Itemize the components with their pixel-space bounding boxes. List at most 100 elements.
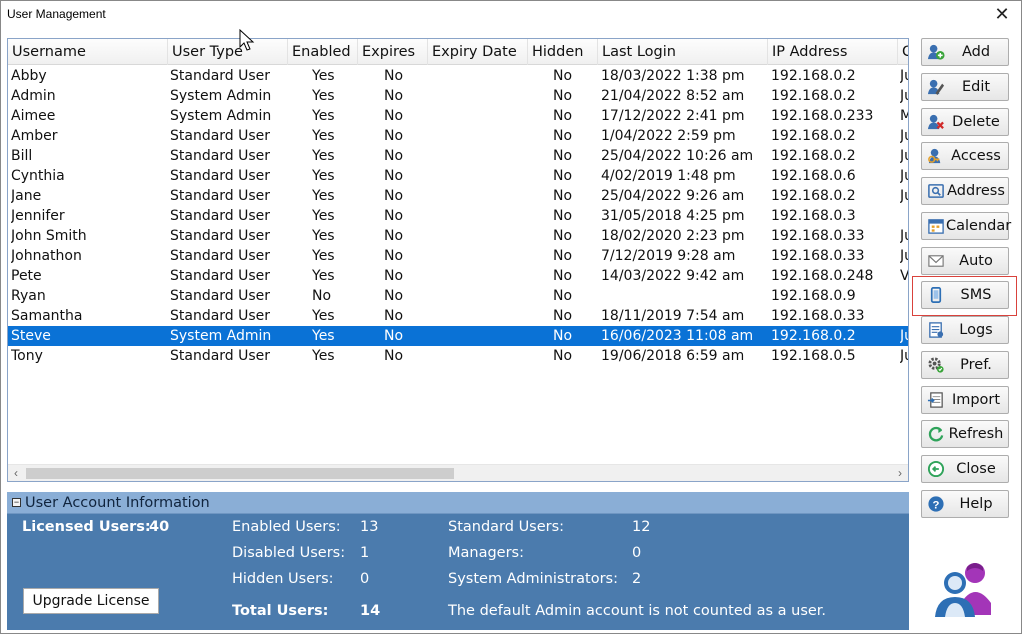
cell-username: Ryan bbox=[11, 288, 46, 304]
user-management-window: User Management ✕ Username User Type Enabl… bbox=[0, 0, 1022, 634]
cell-ip-address: 192.168.0.2 bbox=[771, 148, 856, 164]
import-button[interactable]: Import bbox=[921, 386, 1009, 414]
cell-c: Vi bbox=[900, 268, 909, 284]
cell-expiry-date bbox=[448, 86, 548, 106]
upgrade-license-button[interactable]: Upgrade License bbox=[23, 588, 159, 614]
scrollbar-thumb[interactable] bbox=[26, 468, 454, 479]
refresh-button[interactable]: Refresh bbox=[921, 420, 1009, 448]
standard-users-label: Standard Users: bbox=[448, 519, 565, 535]
delete-button[interactable]: Delete bbox=[921, 108, 1009, 136]
column-header-last-login[interactable]: Last Login bbox=[598, 39, 768, 65]
table-row[interactable]: Jane Standard User Yes No No 25/04/2022 9:26 … bbox=[8, 186, 908, 206]
user-account-info-panel: − User Account Information Licensed User… bbox=[7, 492, 909, 630]
cell-last-login: 17/12/2022 2:41 pm bbox=[601, 108, 745, 124]
cell-c: Ju bbox=[900, 328, 908, 344]
table-row[interactable]: Bill Standard User Yes No No 25/04/2022 10:26… bbox=[8, 146, 908, 166]
close-circle-icon bbox=[927, 460, 945, 478]
cell-last-login: 31/05/2018 4:25 pm bbox=[601, 208, 745, 224]
cell-expiry-date bbox=[448, 326, 548, 346]
column-header-user-type[interactable]: User Type bbox=[168, 39, 288, 65]
auto-button[interactable]: Auto bbox=[921, 247, 1009, 275]
sms-highlight-box bbox=[912, 276, 1017, 316]
cell-enabled: Yes bbox=[312, 348, 335, 364]
column-header-hidden[interactable]: Hidden bbox=[528, 39, 598, 65]
cell-c: Ju bbox=[900, 348, 908, 364]
table-row[interactable]: Ryan Standard User No No No 192.168.0.9 bbox=[8, 286, 908, 306]
gear-icon bbox=[927, 356, 945, 374]
cell-ip-address: 192.168.0.2 bbox=[771, 188, 856, 204]
cell-expiry-date bbox=[448, 226, 548, 246]
cell-user-type: Standard User bbox=[170, 288, 271, 304]
edit-button[interactable]: Edit bbox=[921, 73, 1009, 101]
table-row[interactable]: Abby Standard User Yes No No 18/03/2022 1:38 … bbox=[8, 66, 908, 86]
pref-button[interactable]: Pref. bbox=[921, 351, 1009, 379]
column-header-expires[interactable]: Expires bbox=[358, 39, 428, 65]
column-header-expiry-date[interactable]: Expiry Date bbox=[428, 39, 528, 65]
logs-icon bbox=[927, 321, 945, 339]
table-row[interactable]: Johnathon Standard User Yes No No 7/12/2019 9… bbox=[8, 246, 908, 266]
cell-enabled: Yes bbox=[312, 208, 335, 224]
cell-last-login: 19/06/2018 6:59 am bbox=[601, 348, 745, 364]
table-row[interactable]: Aimee System Admin Yes No No 17/12/2022 2:41 … bbox=[8, 106, 908, 126]
cell-username: Cynthia bbox=[11, 168, 65, 184]
help-button[interactable]: ? Help bbox=[921, 490, 1009, 518]
help-icon: ? bbox=[927, 495, 945, 513]
cell-expires: No bbox=[384, 108, 404, 124]
window-close-icon[interactable]: ✕ bbox=[991, 3, 1013, 25]
cell-enabled: Yes bbox=[312, 228, 335, 244]
table-row[interactable]: Admin System Admin Yes No No 21/04/2022 8:52 … bbox=[8, 86, 908, 106]
horizontal-scrollbar[interactable]: ‹ › bbox=[8, 464, 908, 481]
cell-last-login: 18/02/2020 2:23 pm bbox=[601, 228, 745, 244]
table-row[interactable]: Steve System Admin Yes No No 16/06/2023 11:08… bbox=[8, 326, 908, 346]
cell-last-login: 7/12/2019 9:28 am bbox=[601, 248, 736, 264]
address-card-icon bbox=[927, 182, 945, 200]
table-row[interactable]: John Smith Standard User Yes No No 18/02/2020… bbox=[8, 226, 908, 246]
cell-ip-address: 192.168.0.2 bbox=[771, 88, 856, 104]
cell-c: Ju bbox=[900, 248, 908, 264]
address-button[interactable]: Address bbox=[921, 177, 1009, 205]
access-button[interactable]: Access bbox=[921, 142, 1009, 170]
table-row[interactable]: Tony Standard User Yes No No 19/06/2018 6:59 … bbox=[8, 346, 908, 366]
cell-c bbox=[900, 286, 908, 306]
cell-expiry-date bbox=[448, 346, 548, 366]
column-header-enabled[interactable]: Enabled bbox=[288, 39, 358, 65]
button-label: Access bbox=[951, 148, 1001, 164]
users-icon bbox=[935, 563, 991, 617]
info-panel-title: User Account Information bbox=[25, 495, 210, 511]
button-label: Pref. bbox=[960, 357, 992, 373]
cell-c: Ju bbox=[900, 168, 908, 184]
cell-ip-address: 192.168.0.33 bbox=[771, 308, 865, 324]
column-header-c[interactable]: C bbox=[898, 39, 908, 65]
column-header-username[interactable]: Username bbox=[8, 39, 168, 65]
info-panel-header[interactable]: − User Account Information bbox=[7, 492, 909, 514]
cell-enabled: Yes bbox=[312, 268, 335, 284]
edit-user-icon bbox=[927, 78, 945, 96]
cell-ip-address: 192.168.0.2 bbox=[771, 328, 856, 344]
table-row[interactable]: Cynthia Standard User Yes No No 4/02/2019 1:4… bbox=[8, 166, 908, 186]
cell-expiry-date bbox=[448, 306, 548, 326]
close-button[interactable]: Close bbox=[921, 455, 1009, 483]
add-user-icon bbox=[927, 43, 945, 61]
scroll-right-icon[interactable]: › bbox=[892, 465, 908, 481]
table-row[interactable]: Jennifer Standard User Yes No No 31/05/2018 4… bbox=[8, 206, 908, 226]
disabled-users-label: Disabled Users: bbox=[232, 545, 346, 561]
cell-user-type: Standard User bbox=[170, 188, 271, 204]
cell-enabled: Yes bbox=[312, 308, 335, 324]
cell-last-login: 18/03/2022 1:38 pm bbox=[601, 68, 745, 84]
cell-last-login: 18/11/2019 7:54 am bbox=[601, 308, 745, 324]
column-header-ip-address[interactable]: IP Address bbox=[768, 39, 898, 65]
calendar-button[interactable]: Calendar bbox=[921, 212, 1011, 240]
scroll-left-icon[interactable]: ‹ bbox=[8, 465, 24, 481]
table-row[interactable]: Pete Standard User Yes No No 14/03/2022 9:42 … bbox=[8, 266, 908, 286]
collapse-icon[interactable]: − bbox=[12, 498, 21, 507]
cell-username: Jane bbox=[11, 188, 42, 204]
cell-c: Ju bbox=[900, 128, 908, 144]
admin-note: The default Admin account is not counted… bbox=[448, 603, 827, 619]
users-table[interactable]: Username User Type Enabled Expires Expiry Da… bbox=[7, 38, 909, 482]
logs-button[interactable]: Logs bbox=[921, 316, 1009, 344]
cell-c: Ju bbox=[900, 228, 908, 244]
add-button[interactable]: Add bbox=[921, 38, 1009, 66]
cell-expires: No bbox=[384, 248, 404, 264]
table-row[interactable]: Amber Standard User Yes No No 1/04/2022 2:59 … bbox=[8, 126, 908, 146]
table-row[interactable]: Samantha Standard User Yes No No 18/11/2019 7… bbox=[8, 306, 908, 326]
